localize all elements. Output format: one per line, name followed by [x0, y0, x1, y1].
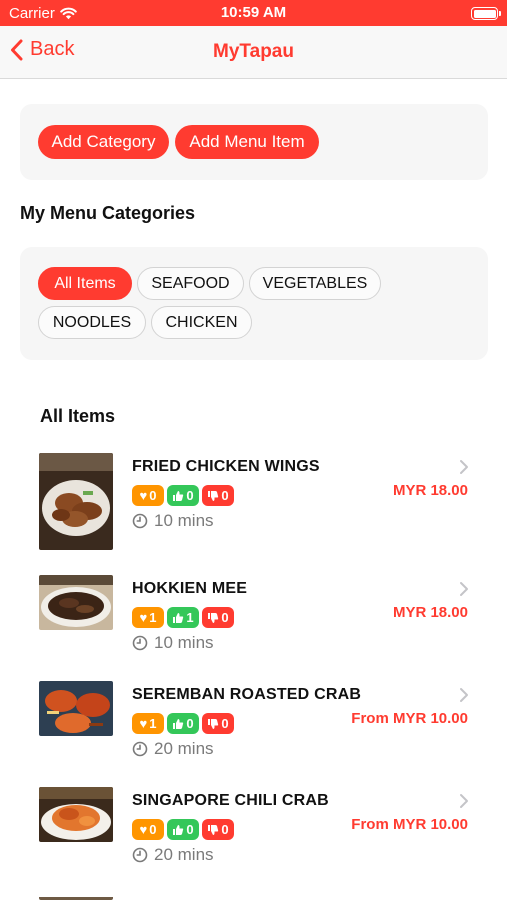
menu-item-row[interactable]: FRIED CHICKEN WINGS MYR 18.00 ♥ 0 0 0 10 … [0, 452, 507, 552]
dislike-badge: 0 [202, 713, 234, 734]
clock-icon [132, 847, 148, 863]
prep-time: 10 mins [132, 511, 214, 531]
category-chip-noodles[interactable]: NOODLES [38, 306, 146, 339]
thumbs-up-icon [173, 490, 184, 501]
heart-icon: ♥ [139, 610, 148, 625]
item-name: SINGAPORE CHILI CRAB [132, 792, 329, 809]
battery-icon [471, 7, 501, 20]
add-menu-item-button[interactable]: Add Menu Item [175, 125, 319, 159]
prep-time-label: 10 mins [154, 511, 214, 530]
clock-icon [132, 513, 148, 529]
food-thumbnail [39, 892, 113, 900]
thumbs-up-icon [173, 718, 184, 729]
thumbs-up-icon [173, 612, 184, 623]
prep-time-label: 20 mins [154, 845, 214, 864]
love-badge: ♥ 1 [132, 713, 164, 734]
prep-time: 20 mins [132, 845, 214, 865]
chevron-right-icon [460, 582, 468, 596]
item-price: MYR 18.00 [392, 604, 468, 621]
actions-card: Add Category Add Menu Item [20, 104, 488, 180]
prep-time: 10 mins [132, 633, 214, 653]
love-badge: ♥ 0 [132, 485, 164, 506]
prep-time: 20 mins [132, 739, 214, 759]
item-name: FRIED CHICKEN WINGS [132, 458, 320, 475]
dislike-badge: 0 [202, 485, 234, 506]
thumbs-up-icon [173, 824, 184, 835]
status-time: 10:59 AM [220, 4, 287, 21]
add-category-button[interactable]: Add Category [38, 125, 169, 159]
navigation-bar: Back MyTapau [0, 26, 507, 79]
heart-icon: ♥ [139, 488, 148, 503]
like-badge: 0 [167, 485, 199, 506]
like-badge: 0 [167, 819, 199, 840]
rating-badges: ♥ 1 1 0 [132, 607, 234, 628]
clock-icon [132, 741, 148, 757]
food-thumbnail [39, 681, 113, 736]
chevron-right-icon [460, 460, 468, 474]
status-bar: Carrier 10:59 AM [0, 0, 507, 26]
love-badge: ♥ 1 [132, 607, 164, 628]
love-badge: ♥ 0 [132, 819, 164, 840]
food-thumbnail [39, 453, 113, 550]
categories-card: All Items SEAFOOD VEGETABLES NOODLES CHI… [20, 247, 488, 360]
categories-heading: My Menu Categories [20, 203, 196, 223]
heart-icon: ♥ [139, 716, 148, 731]
heart-icon: ♥ [139, 822, 148, 837]
category-chip-all-items[interactable]: All Items [38, 267, 132, 300]
category-chip-vegetables[interactable]: VEGETABLES [249, 267, 381, 300]
item-name: HOKKIEN MEE [132, 580, 248, 597]
thumbs-down-icon [208, 824, 219, 835]
prep-time-label: 10 mins [154, 633, 214, 652]
thumbs-down-icon [208, 490, 219, 501]
clock-icon [132, 635, 148, 651]
dislike-badge: 0 [202, 819, 234, 840]
rating-badges: ♥ 1 0 0 [132, 713, 234, 734]
item-price: MYR 18.00 [392, 482, 468, 499]
menu-item-row[interactable]: SINGAPORE CHILI CRAB From MYR 10.00 ♥ 0 0… [0, 786, 507, 866]
item-price: From MYR 10.00 [351, 816, 468, 833]
category-chip-chicken[interactable]: CHICKEN [151, 306, 252, 339]
chevron-right-icon [460, 794, 468, 808]
food-thumbnail [39, 787, 113, 842]
rating-badges: ♥ 0 0 0 [132, 485, 234, 506]
page-title: MyTapau [213, 41, 294, 62]
items-heading: All Items [40, 406, 116, 426]
item-price: From MYR 10.00 [351, 710, 468, 727]
dislike-badge: 0 [202, 607, 234, 628]
menu-item-row[interactable]: HOKKIEN MEE MYR 18.00 ♥ 1 1 0 10 mins [0, 574, 507, 654]
like-badge: 1 [167, 607, 199, 628]
like-badge: 0 [167, 713, 199, 734]
rating-badges: ♥ 0 0 0 [132, 819, 234, 840]
chevron-right-icon [460, 688, 468, 702]
category-chip-seafood[interactable]: SEAFOOD [137, 267, 244, 300]
menu-item-row[interactable]: SEREMBAN ROASTED CRAB From MYR 10.00 ♥ 1 … [0, 680, 507, 760]
item-name: SEREMBAN ROASTED CRAB [132, 686, 362, 703]
thumbs-down-icon [208, 612, 219, 623]
prep-time-label: 20 mins [154, 739, 214, 758]
food-thumbnail [39, 575, 113, 630]
thumbs-down-icon [208, 718, 219, 729]
